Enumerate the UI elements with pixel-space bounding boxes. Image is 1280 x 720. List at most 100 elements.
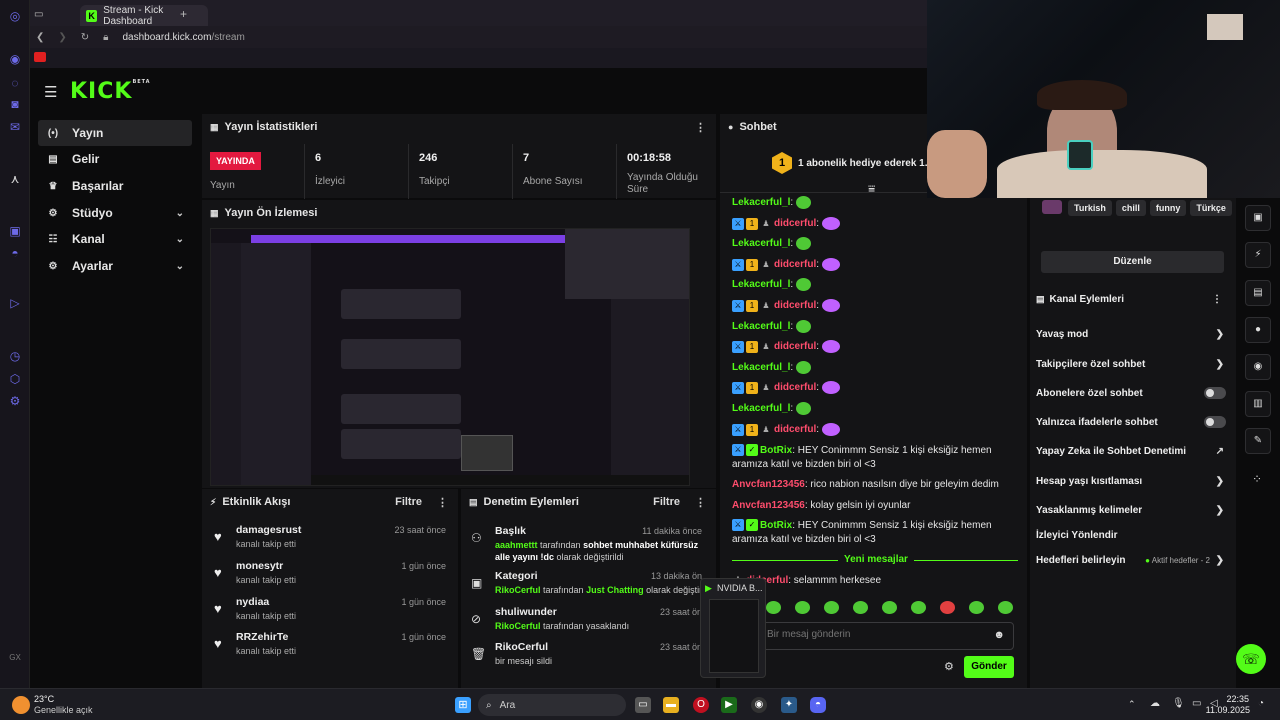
weather-desc[interactable]: Genellikle açık — [34, 705, 93, 715]
tag-chip[interactable]: chill — [1115, 200, 1146, 216]
opera-gx-icon[interactable]: O — [693, 697, 709, 713]
sidebar-item-ayarlar[interactable]: ⚙ Ayarlar ⌄ — [38, 253, 192, 279]
layout-icon[interactable]: ▥ — [1245, 391, 1271, 417]
back-icon[interactable]: ❮ — [36, 32, 44, 43]
taskbar-search[interactable]: ⌕ Ara — [478, 694, 626, 716]
action-followers-only[interactable]: Takipçilere özel sohbet ❯ — [1036, 354, 1226, 374]
chat-popout-icon[interactable]: ● — [1245, 317, 1271, 343]
more-icon[interactable]: ⋮ — [1212, 294, 1222, 305]
emote-icon[interactable] — [824, 601, 839, 614]
support-icon[interactable]: ☏ — [1236, 644, 1266, 674]
discord-icon[interactable]: ◓ — [810, 697, 826, 713]
emotes-only-toggle[interactable] — [1204, 416, 1226, 428]
chat-username[interactable]: didcerful — [774, 218, 816, 229]
emote-icon[interactable] — [766, 601, 781, 614]
sidebar-item-gelir[interactable]: ▤ Gelir — [38, 146, 192, 172]
weather-temp[interactable]: 23°C — [34, 694, 54, 704]
action-goals[interactable]: Hedefleri belirleyin ● Aktif hedefler - … — [1036, 550, 1226, 570]
menu-icon[interactable]: ☰ — [44, 83, 57, 101]
sidebar-item-kanal[interactable]: ☷ Kanal ⌄ — [38, 226, 192, 252]
chat-username[interactable]: Anvcfan123456 — [732, 500, 805, 511]
more-icon[interactable]: ⋮ — [437, 496, 448, 509]
filter-button[interactable]: Filtre — [653, 496, 680, 508]
rail-twitch-icon[interactable]: ▣ — [8, 224, 22, 238]
activity-user[interactable]: damagesrust — [236, 524, 301, 536]
more-icon[interactable]: ⋮ — [695, 121, 706, 134]
rail-player-icon[interactable]: ▷ — [8, 296, 22, 310]
mic-icon[interactable]: 🎙︎ — [1172, 698, 1185, 709]
rail-discord-icon[interactable]: ◓ — [8, 246, 22, 260]
emote-icon[interactable] — [795, 601, 810, 614]
emote-icon[interactable] — [853, 601, 868, 614]
workspace-icon[interactable]: ▭ — [34, 9, 43, 20]
rail-chat-icon[interactable]: ◌ — [8, 76, 22, 90]
windows-start-icon[interactable]: ⊞ — [455, 697, 471, 713]
clip-icon[interactable]: ▣ — [1245, 205, 1271, 231]
emote-icon[interactable] — [969, 601, 984, 614]
emote-icon[interactable] — [940, 601, 955, 614]
new-messages-label[interactable]: Yeni mesajlar — [838, 554, 914, 565]
onedrive-icon[interactable]: ☁ — [1150, 698, 1160, 709]
rail-history-icon[interactable]: ◷ — [8, 349, 22, 363]
chat-username[interactable]: didcerful — [774, 259, 816, 270]
notification-icon[interactable]: ◔ — [1258, 698, 1264, 709]
activity-user[interactable]: RRZehirTe — [236, 631, 288, 643]
chat-username[interactable]: Lekacerful_l — [732, 362, 790, 373]
chat-username[interactable]: Anvcfan123456 — [732, 479, 805, 490]
send-button[interactable]: Gönder — [964, 656, 1014, 678]
clock-date[interactable]: 11.09.2025 — [1200, 705, 1250, 715]
browser-logo-icon[interactable]: ◎ — [8, 9, 22, 23]
action-ai-moderation[interactable]: Yapay Zeka ile Sohbet Denetimi ↗ — [1036, 441, 1226, 461]
tag-chip[interactable]: Türkçe — [1190, 200, 1232, 216]
chat-username[interactable]: Lekacerful_l — [732, 238, 790, 249]
emote-icon[interactable] — [882, 601, 897, 614]
filter-button[interactable]: Filtre — [395, 496, 422, 508]
nvidia-taskbar-icon[interactable]: ▶ — [721, 697, 737, 713]
action-host[interactable]: İzleyici Yönlendir — [1036, 525, 1226, 545]
more-icon[interactable]: ⋮ — [695, 496, 706, 509]
rail-extension-icon[interactable]: ⬡ — [8, 372, 22, 386]
weather-icon[interactable] — [12, 696, 30, 714]
emote-icon[interactable] — [998, 601, 1013, 614]
sidebar-item-studyo[interactable]: ⚙ Stüdyo ⌄ — [38, 200, 192, 226]
chat-username[interactable]: didcerful — [774, 382, 816, 393]
obs-icon[interactable]: ◉ — [751, 697, 767, 713]
activity-user[interactable]: nydiaa — [236, 596, 269, 608]
tray-chevron-icon[interactable]: ⌃ — [1128, 699, 1136, 710]
more-tools-icon[interactable]: ⁘ — [1252, 472, 1262, 486]
flash-icon[interactable]: ⚡︎ — [1245, 242, 1271, 268]
nvidia-preview-popup[interactable]: ▶ NVIDIA B... — [700, 578, 766, 678]
emoji-picker-icon[interactable]: ☻ — [993, 629, 1005, 641]
chat-username[interactable]: Lekacerful_l — [732, 321, 790, 332]
tag-chip[interactable]: Turkish — [1068, 200, 1112, 216]
rail-bookmark-icon[interactable]: ◉ — [8, 52, 22, 66]
chat-input[interactable] — [767, 629, 987, 640]
emote-icon[interactable] — [911, 601, 926, 614]
chat-username[interactable]: didcerful — [774, 341, 816, 352]
action-emotes-only[interactable]: Yalnızca ifadelerle sohbet — [1036, 412, 1226, 432]
chat-username[interactable]: didcerful — [774, 300, 816, 311]
action-account-age[interactable]: Hesap yaşı kısıtlaması ❯ — [1036, 471, 1226, 491]
notes-icon[interactable]: ▤ — [1245, 280, 1271, 306]
chat-username[interactable]: Lekacerful_l — [732, 403, 790, 414]
rail-instagram-icon[interactable]: ◙ — [8, 97, 22, 111]
sidebar-item-yayin[interactable]: (•) Yayın — [38, 120, 192, 146]
action-subscribers-only[interactable]: Abonelere özel sohbet — [1036, 383, 1226, 403]
file-explorer-icon[interactable]: ▬ — [663, 697, 679, 713]
rail-settings-icon[interactable]: ⚙ — [8, 394, 22, 408]
subscribers-only-toggle[interactable] — [1204, 387, 1226, 399]
app-icon[interactable]: ✦ — [781, 697, 797, 713]
kick-logo[interactable]: KICKBETA — [70, 79, 151, 104]
rail-gx-icon[interactable]: GX — [8, 651, 22, 665]
pinned-gift-leader[interactable]: 1 1 abonelik hediye ederek 1. sıra — [772, 152, 948, 174]
youtube-bookmark-icon[interactable] — [34, 52, 46, 62]
edit-channel-button[interactable]: Düzenle — [1041, 251, 1224, 273]
browser-tab[interactable]: K Stream - Kick Dashboard — [80, 5, 208, 27]
rail-kick-icon[interactable]: ⋏ — [8, 172, 22, 186]
sidebar-item-basarilar[interactable]: ♛ Başarılar — [38, 173, 192, 199]
reload-icon[interactable]: ↻ — [81, 32, 89, 43]
clock-time[interactable]: 22:35 — [1221, 694, 1249, 704]
chat-username[interactable]: Lekacerful_l — [732, 197, 790, 208]
url-field[interactable]: dashboard.kick.com/stream — [123, 32, 245, 43]
action-banned-words[interactable]: Yasaklanmış kelimeler ❯ — [1036, 500, 1226, 520]
